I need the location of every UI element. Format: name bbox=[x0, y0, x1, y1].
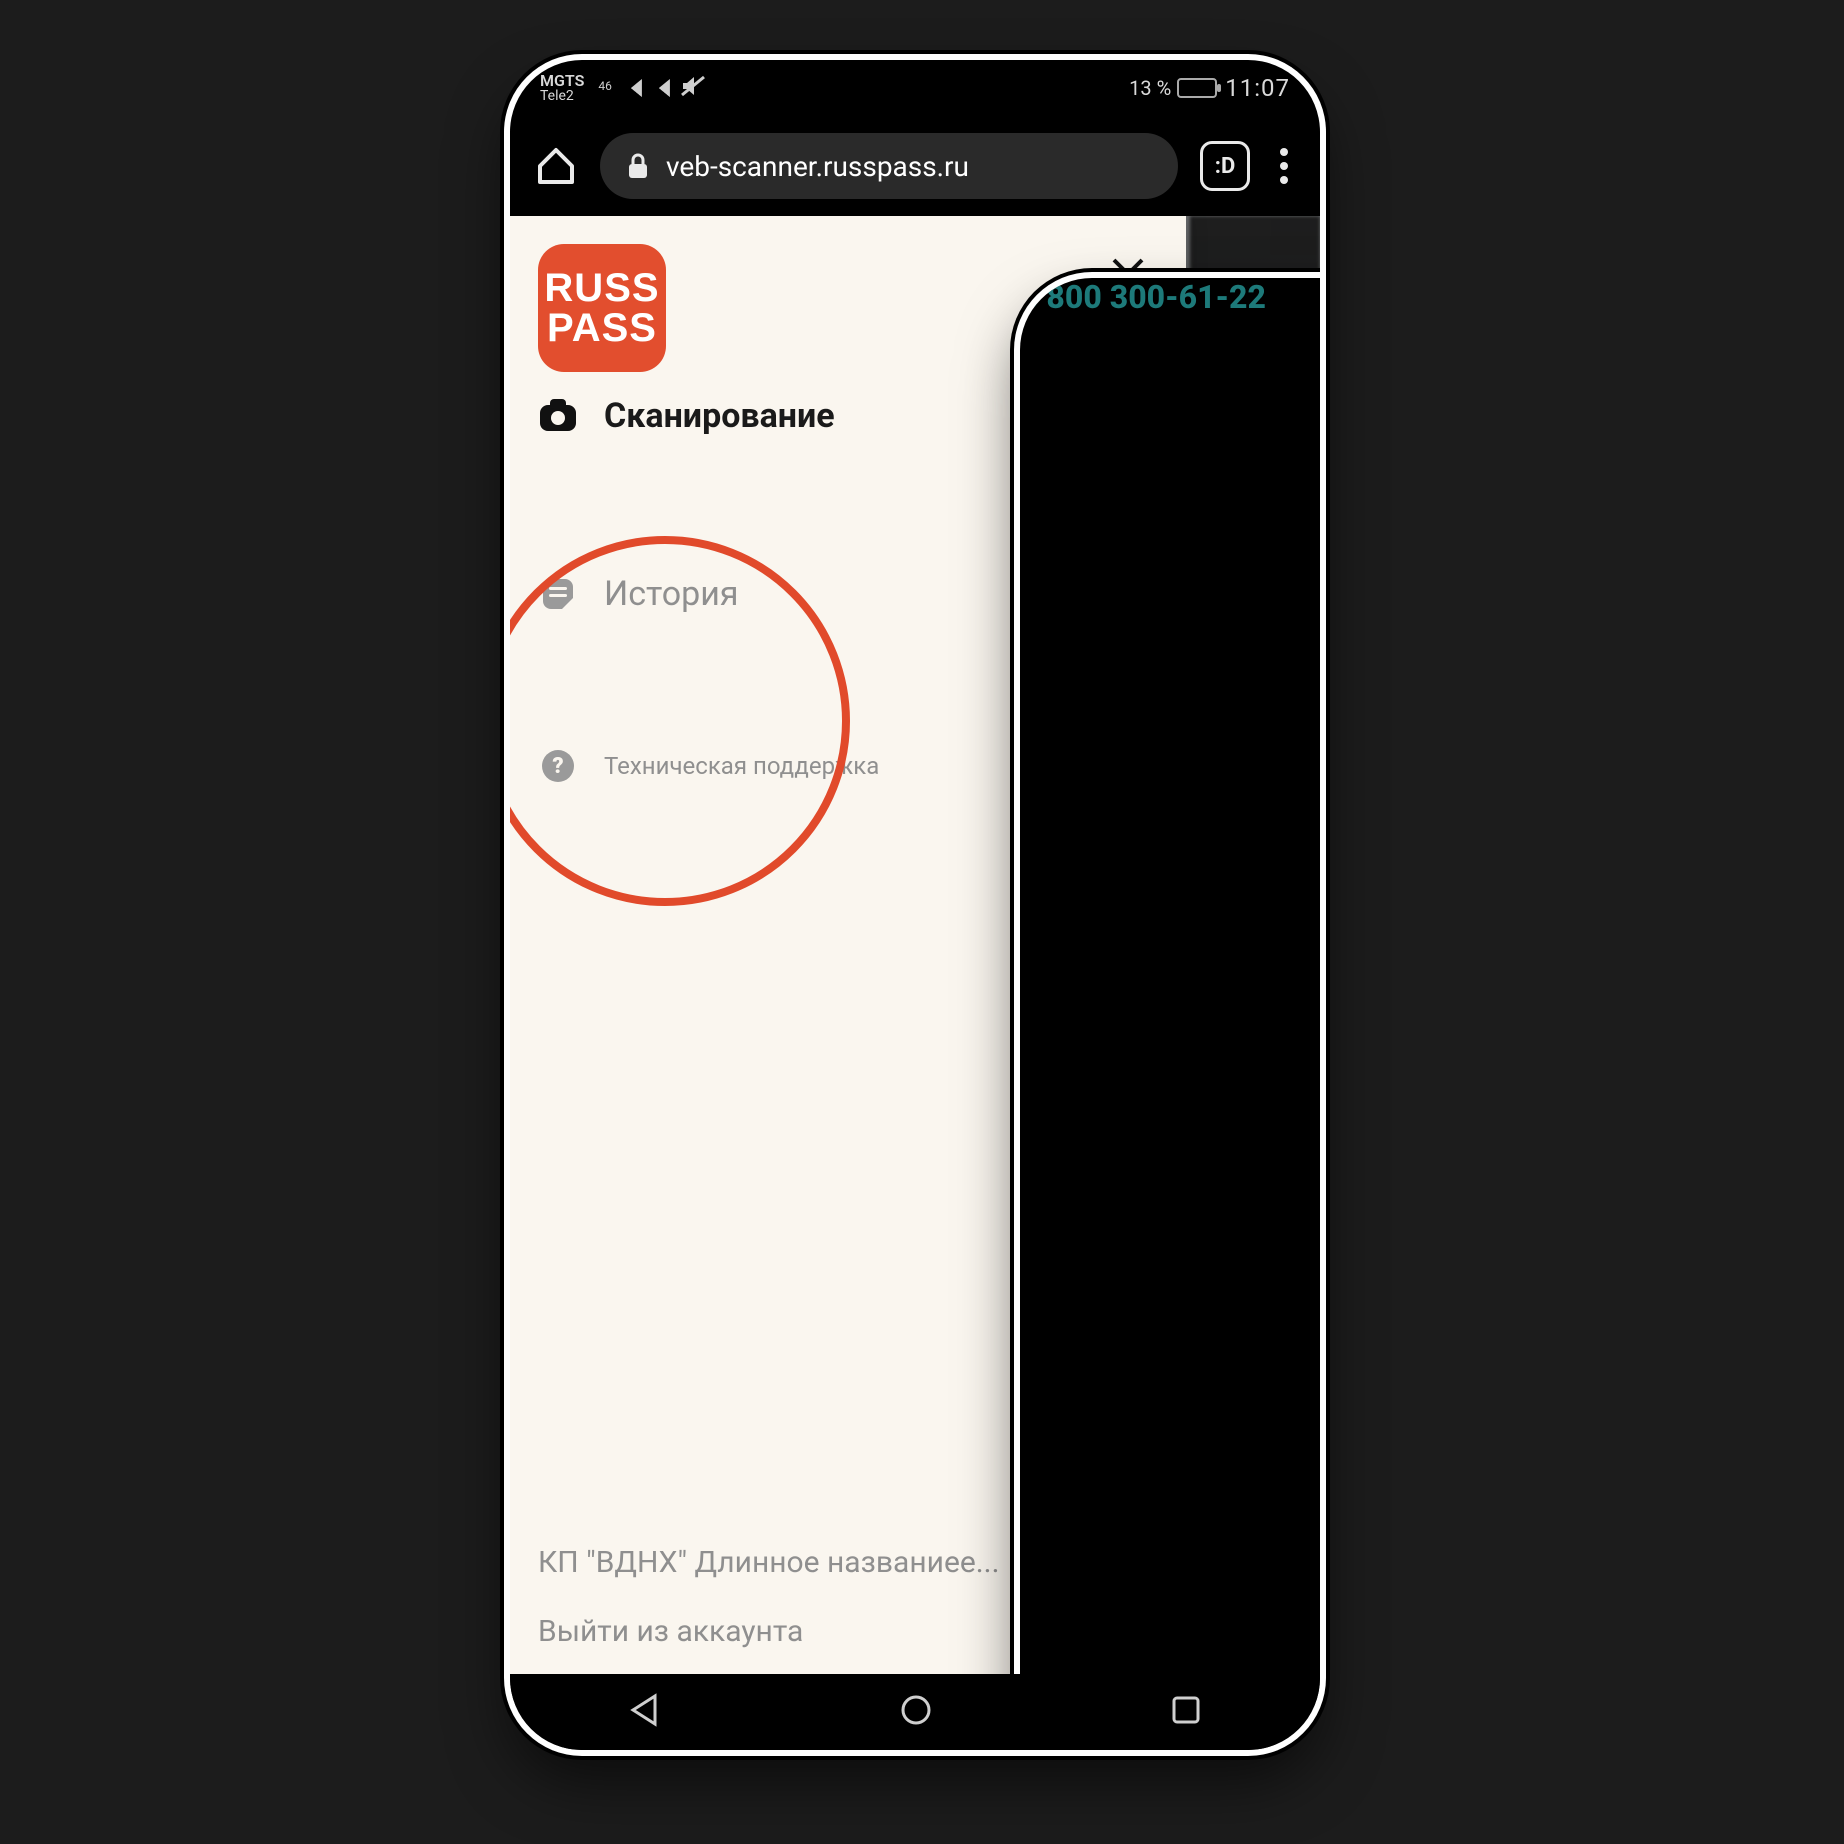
carrier-1: MGTS bbox=[540, 73, 584, 89]
home-circle-icon[interactable] bbox=[898, 1692, 934, 1732]
carrier-2: Tele2 bbox=[540, 89, 584, 103]
help-icon: ? bbox=[538, 746, 578, 786]
mute-icon bbox=[680, 75, 706, 102]
carrier-labels: MGTS Tele2 bbox=[540, 73, 584, 103]
side-drawer: RUSS PASS bbox=[510, 216, 1186, 1674]
phone-frame: MGTS Tele2 46 13 % bbox=[510, 60, 1320, 1750]
clock: 11:07 bbox=[1225, 74, 1290, 102]
svg-text:?: ? bbox=[552, 754, 563, 779]
menu-label: История bbox=[604, 574, 738, 614]
support-block: ? Техническая поддержка 8 800 300-61-22 bbox=[538, 746, 1158, 786]
menu-label: Сканирование bbox=[604, 396, 835, 436]
browser-toolbar: veb-scanner.russpass.ru :D bbox=[510, 116, 1320, 216]
overflow-menu-icon[interactable] bbox=[1272, 142, 1296, 190]
android-status-bar: MGTS Tele2 46 13 % bbox=[510, 60, 1320, 116]
back-icon[interactable] bbox=[627, 1692, 663, 1732]
tabs-button[interactable]: :D bbox=[1200, 141, 1250, 191]
support-phone[interactable]: 8 800 300-61-22 bbox=[1020, 278, 1320, 1674]
webview: RUSS PASS bbox=[510, 216, 1320, 1674]
recents-icon[interactable] bbox=[1169, 1693, 1203, 1731]
camera-icon bbox=[538, 396, 578, 436]
signal-icon bbox=[620, 79, 642, 97]
lock-icon bbox=[626, 152, 650, 180]
note-icon bbox=[538, 574, 578, 614]
url-text: veb-scanner.russpass.ru bbox=[666, 150, 969, 183]
signal-icon bbox=[648, 79, 670, 97]
home-icon[interactable] bbox=[534, 144, 578, 188]
support-label: Техническая поддержка bbox=[604, 752, 879, 780]
russpass-logo[interactable]: RUSS PASS bbox=[538, 244, 666, 372]
android-nav-bar bbox=[510, 1674, 1320, 1750]
address-bar[interactable]: veb-scanner.russpass.ru bbox=[600, 133, 1178, 199]
signal-strength: 46 bbox=[598, 79, 670, 97]
battery-indicator: 13 % bbox=[1129, 76, 1217, 100]
